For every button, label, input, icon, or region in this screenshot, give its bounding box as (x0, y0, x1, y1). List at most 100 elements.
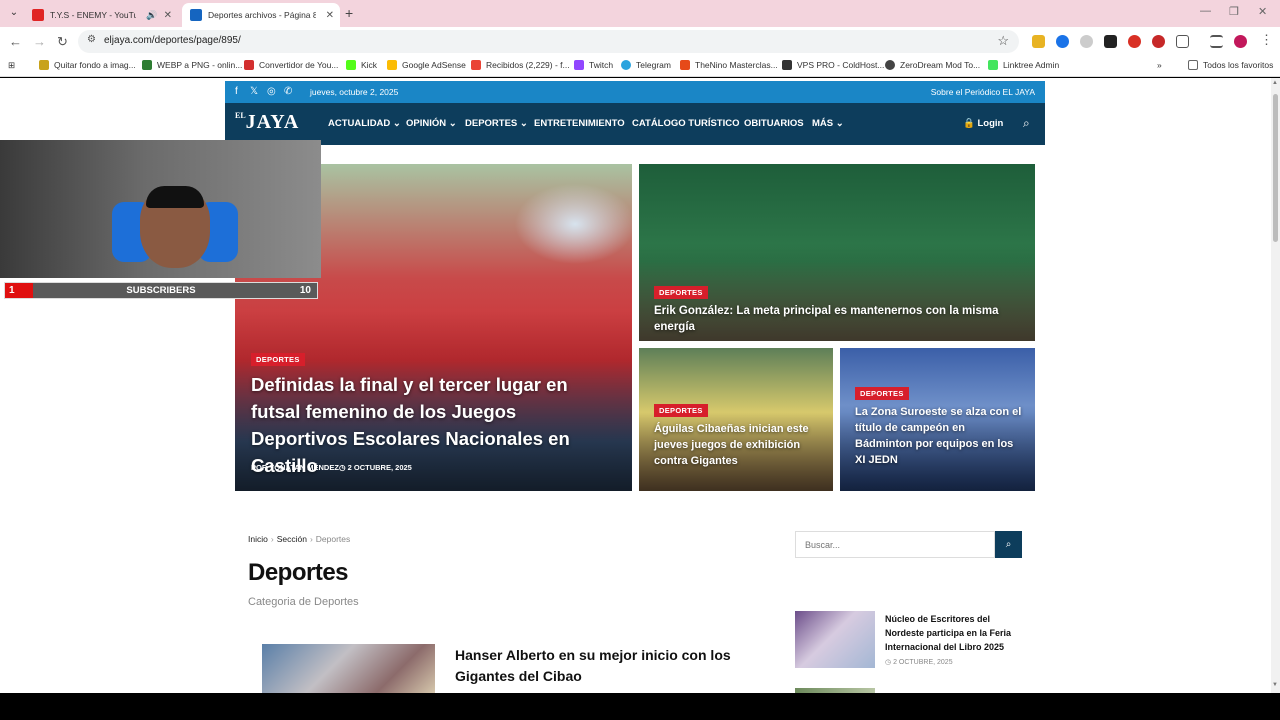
extension-icon[interactable] (1080, 35, 1093, 48)
main-navigation: ELJAYA ACTUALIDAD ⌄ OPINIÓN ⌄ DEPORTES ⌄… (225, 103, 1045, 145)
bookmark-item[interactable]: ZeroDream Mod To... (885, 60, 980, 70)
sidebar-post-date: ◷ 2 OCTUBRE, 2025 (885, 659, 953, 666)
page-scrollbar[interactable]: ▲ ▼ (1271, 78, 1280, 693)
extension-icon[interactable] (1128, 35, 1141, 48)
bookmark-item[interactable]: Quitar fondo a imag... (39, 60, 136, 70)
bookmark-favicon-icon (387, 60, 397, 70)
extension-icon[interactable] (1032, 35, 1045, 48)
tab-strip: ⌄ T.Y.S - ENEMY - YouTube 🔊 ✕ Deportes a… (0, 0, 1280, 27)
folder-icon (1188, 60, 1198, 70)
category-badge[interactable]: DEPORTES (654, 404, 708, 417)
back-icon[interactable]: ← (9, 34, 22, 49)
breadcrumb-section[interactable]: Sección (277, 534, 307, 544)
bookmark-favicon-icon (621, 60, 631, 70)
nav-item-entretenimiento[interactable]: ENTRETENIMIENTO (534, 118, 625, 129)
current-date: jueves, octubre 2, 2025 (310, 87, 399, 97)
hero-article-title[interactable]: Águilas Cibaeñas inician este jueves jue… (654, 421, 824, 469)
logo-prefix: EL (235, 111, 246, 120)
post-thumbnail[interactable] (262, 644, 435, 693)
new-tab-icon[interactable]: + (345, 5, 353, 21)
minimize-icon[interactable]: — (1200, 5, 1211, 17)
nav-item-opinion[interactable]: OPINIÓN ⌄ (406, 118, 457, 129)
site-info-icon[interactable]: ⚙ (87, 34, 96, 45)
forward-icon[interactable]: → (33, 34, 46, 49)
bookmark-item[interactable]: Linktree Admin (988, 60, 1059, 70)
close-tab-icon[interactable]: ✕ (158, 10, 178, 21)
bookmark-item-all[interactable]: Todos los favoritos (1188, 60, 1273, 70)
bookmark-item[interactable]: Kick (346, 60, 377, 70)
close-tab-icon[interactable]: ✕ (320, 10, 340, 21)
search-input[interactable] (796, 532, 994, 557)
hero-article-top-right[interactable]: DEPORTES Erik González: La meta principa… (639, 164, 1035, 341)
x-twitter-icon[interactable]: 𝕏 (250, 86, 258, 97)
extension-icon[interactable] (1104, 35, 1117, 48)
site-logo[interactable]: ELJAYA (235, 111, 299, 134)
reading-list-icon[interactable] (1210, 35, 1223, 48)
login-button[interactable]: 🔒 Login (963, 118, 1003, 129)
bookmark-item[interactable]: Twitch (574, 60, 613, 70)
subscriber-label: SUBSCRIBERS (126, 285, 196, 296)
hero-article-title[interactable]: Erik González: La meta principal es mant… (654, 303, 1024, 335)
bookmark-item[interactable]: Google AdSense (387, 60, 466, 70)
extension-icon[interactable] (1056, 35, 1069, 48)
reload-icon[interactable]: ↻ (57, 34, 68, 50)
tab-search-icon[interactable]: ⌄ (6, 5, 22, 21)
search-button[interactable]: ⌕ (995, 531, 1022, 558)
bookmark-item[interactable]: TheNino Masterclas... (680, 60, 778, 70)
bookmark-item[interactable]: Convertidor de You... (244, 60, 338, 70)
category-badge[interactable]: DEPORTES (654, 286, 708, 299)
bookmark-item[interactable]: Telegram (621, 60, 671, 70)
whatsapp-icon[interactable]: ✆ (284, 86, 292, 97)
hero-article-bottom-right[interactable]: DEPORTES La Zona Suroeste se alza con el… (840, 348, 1035, 491)
about-link[interactable]: Sobre el Periódico EL JAYA (931, 87, 1035, 97)
instagram-icon[interactable]: ◎ (267, 86, 276, 97)
hero-article-bottom-left[interactable]: DEPORTES Águilas Cibaeñas inician este j… (639, 348, 833, 491)
bottom-black-bar (0, 693, 1280, 720)
category-badge[interactable]: DEPORTES (855, 387, 909, 400)
tab-youtube[interactable]: T.Y.S - ENEMY - YouTube 🔊 ✕ (26, 3, 178, 27)
scrollbar-thumb[interactable] (1273, 94, 1278, 242)
bookmark-star-icon[interactable]: ☆ (997, 33, 1009, 49)
url-text[interactable]: eljaya.com/deportes/page/895/ (104, 35, 241, 46)
bookmark-favicon-icon (142, 60, 152, 70)
facebook-icon[interactable]: f (235, 86, 238, 97)
nav-item-actualidad[interactable]: ACTUALIDAD ⌄ (328, 118, 401, 129)
hero-article-title[interactable]: La Zona Suroeste se alza con el título d… (855, 404, 1025, 468)
top-bar: f 𝕏 ◎ ✆ jueves, octubre 2, 2025 Sobre el… (225, 81, 1045, 103)
scroll-down-icon[interactable]: ▼ (1272, 682, 1278, 688)
bookmark-item[interactable]: VPS PRO - ColdHost... (782, 60, 884, 70)
search-icon[interactable]: ⌕ (1023, 116, 1030, 131)
close-window-icon[interactable]: ✕ (1258, 5, 1267, 18)
tab-deportes[interactable]: Deportes archivos - Página 895 ✕ (182, 3, 340, 27)
page-subtitle: Categoria de Deportes (248, 596, 359, 608)
post-title[interactable]: Hanser Alberto en su mejor inicio con lo… (455, 645, 745, 687)
bookmarks-overflow-icon[interactable]: » (1157, 60, 1162, 70)
restore-icon[interactable]: ❐ (1229, 5, 1239, 18)
extensions-puzzle-icon[interactable] (1176, 35, 1189, 48)
youtube-favicon-icon (32, 9, 44, 21)
nav-item-mas[interactable]: MÁS ⌄ (812, 118, 844, 129)
breadcrumb-current: Deportes (315, 534, 351, 544)
profile-avatar[interactable] (1234, 35, 1247, 48)
menu-kebab-icon[interactable]: ⋮ (1260, 32, 1273, 48)
bookmark-favicon-icon (39, 60, 49, 70)
bookmark-item[interactable]: Recibidos (2,229) - f... (471, 60, 570, 70)
person-hair-shape (146, 186, 204, 208)
bookmark-item[interactable]: WEBP a PNG - onlin... (142, 60, 242, 70)
nav-item-deportes[interactable]: DEPORTES ⌄ (465, 118, 528, 129)
article-author[interactable]: POR YONATAN MÉNDEZ (251, 463, 339, 472)
breadcrumb-home[interactable]: Inicio (248, 534, 268, 544)
sidebar-post-thumbnail[interactable] (795, 611, 875, 668)
address-bar[interactable]: ⚙ eljaya.com/deportes/page/895/ ☆ (78, 30, 1019, 53)
bookmark-favicon-icon (346, 60, 356, 70)
scroll-up-icon[interactable]: ▲ (1272, 80, 1278, 86)
sidebar-post-title[interactable]: Núcleo de Escritores del Nordeste partic… (885, 612, 1025, 654)
apps-grid-icon[interactable]: ⊞ (8, 60, 15, 71)
nav-item-obituarios[interactable]: OBITUARIOS (744, 118, 804, 129)
extension-icon[interactable] (1152, 35, 1165, 48)
speaker-icon[interactable]: 🔊 (146, 10, 157, 21)
nav-item-catalogo[interactable]: CATÁLOGO TURÍSTICO (632, 118, 739, 129)
sidebar-search-field[interactable] (795, 531, 995, 558)
webcam-overlay (0, 140, 321, 278)
category-badge[interactable]: DEPORTES (251, 353, 305, 366)
